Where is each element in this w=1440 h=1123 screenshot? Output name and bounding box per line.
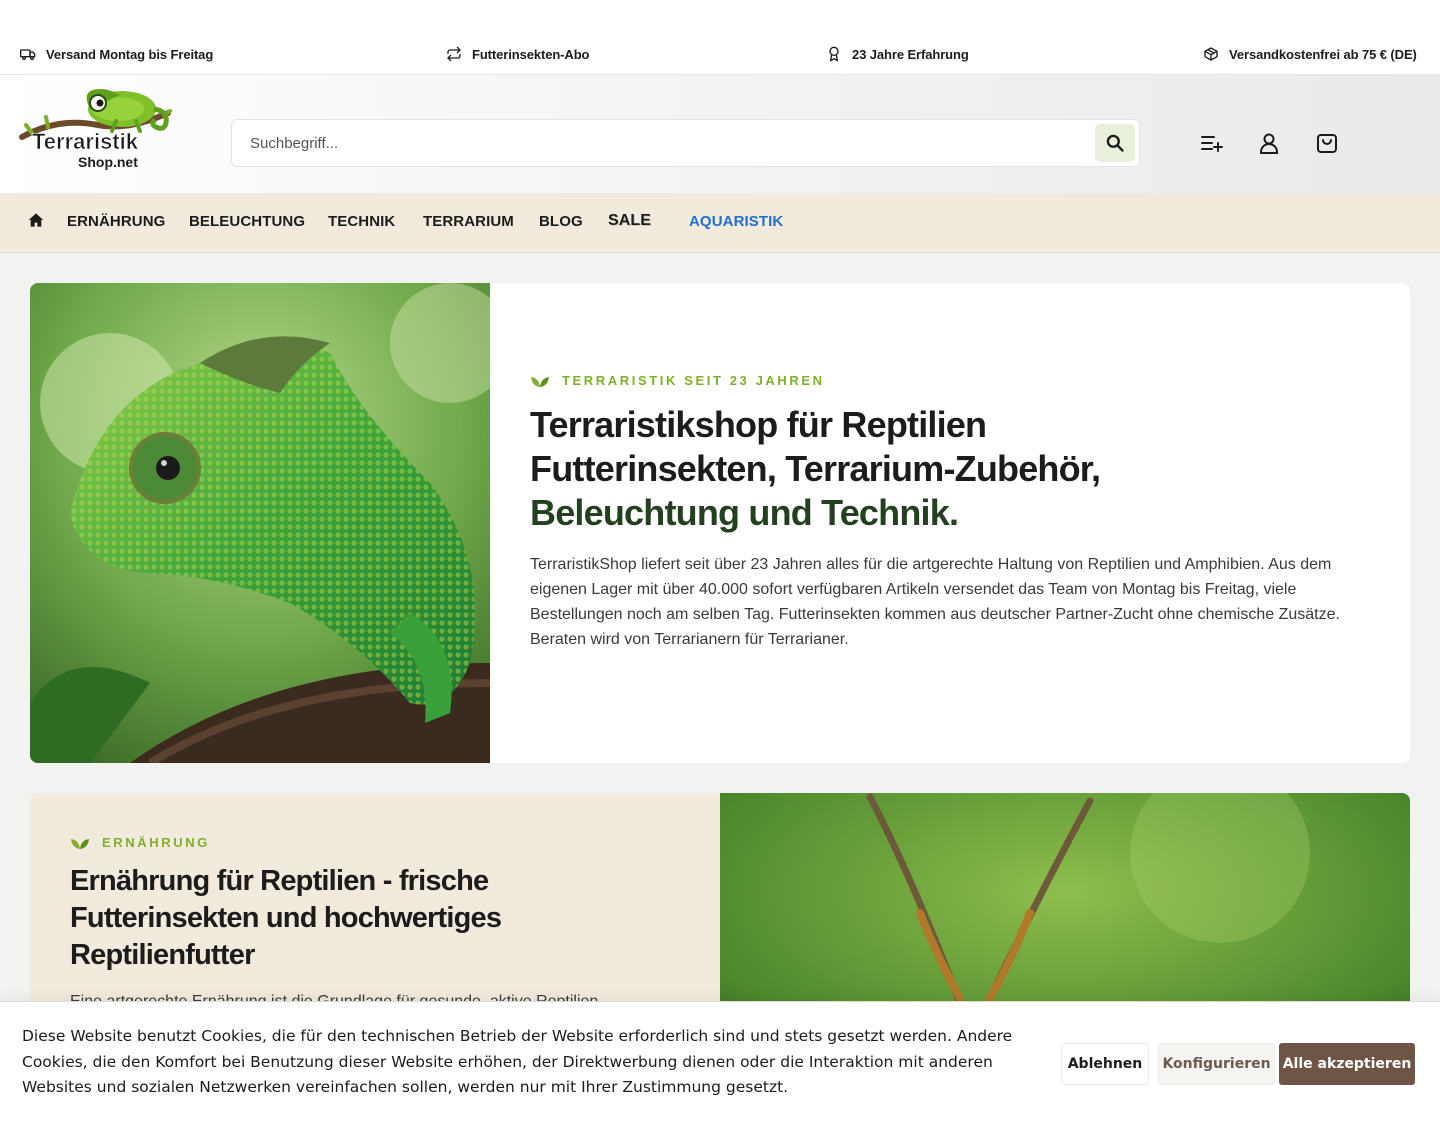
hero-eyebrow: TERRARISTIK SEIT 23 JAHREN — [530, 373, 825, 388]
truck-icon — [20, 49, 36, 60]
usp-label: Futterinsekten-Abo — [472, 46, 590, 62]
home-icon — [28, 213, 44, 227]
nav-item-technik[interactable]: TECHNIK — [328, 213, 395, 230]
search-bar — [231, 119, 1140, 167]
cookie-text: Diese Website benutzt Cookies, die für d… — [22, 1027, 1013, 1096]
usp-free-shipping: Versandkostenfrei ab 75 € (DE) — [1203, 46, 1417, 62]
search-button[interactable] — [1095, 124, 1135, 162]
wishlist-button[interactable] — [1198, 130, 1224, 156]
usp-bar: Versand Montag bis Freitag Futterinsekte… — [0, 0, 1440, 75]
account-icon — [1260, 133, 1278, 154]
logo-subtext: Shop.net — [78, 154, 138, 170]
chameleon-logo-icon: Terraristik Shop.net — [19, 89, 172, 170]
eyebrow-label: TERRARISTIK SEIT 23 JAHREN — [562, 373, 825, 388]
cookie-accept-all-button[interactable]: Alle akzeptieren — [1279, 1043, 1415, 1085]
nav-item-blog[interactable]: BLOG — [539, 213, 583, 230]
nav-item-terrarium[interactable]: TERRARIUM — [423, 213, 514, 230]
search-icon — [1106, 134, 1124, 152]
nav-item-beleuchtung[interactable]: BELEUCHTUNG — [189, 213, 305, 230]
cart-icon — [1317, 134, 1337, 153]
cart-button[interactable] — [1314, 130, 1340, 156]
usp-experience: 23 Jahre Erfahrung — [826, 46, 969, 62]
usp-subscription: Futterinsekten-Abo — [446, 46, 589, 62]
wishlist-icon — [1201, 136, 1223, 152]
nav-item-aquaristik[interactable]: AQUARISTIK — [689, 213, 783, 230]
usp-label: Versandkostenfrei ab 75 € (DE) — [1229, 46, 1417, 62]
cookie-banner: Diese Website benutzt Cookies, die für d… — [0, 1001, 1440, 1123]
hero-title-line2: Futterinsekten, Terrarium-Zubehör, — [530, 448, 1101, 489]
nav-home[interactable] — [28, 212, 44, 232]
nutrition-eyebrow: ERNÄHRUNG — [70, 835, 210, 850]
usp-label: Versand Montag bis Freitag — [46, 46, 214, 62]
package-icon — [1204, 47, 1218, 61]
repeat-icon — [447, 46, 461, 62]
nutrition-title: Ernährung für Reptilien - frische Futter… — [70, 865, 502, 971]
logo-text: Terraristik — [32, 129, 139, 154]
hero-description: TerraristikShop liefert seit über 23 Jah… — [530, 556, 1340, 648]
main-nav: ERNÄHRUNG BELEUCHTUNG TECHNIK TERRARIUM … — [0, 193, 1440, 253]
site-header: Terraristik Shop.net — [0, 75, 1440, 193]
usp-shipping: Versand Montag bis Freitag — [20, 46, 213, 62]
leaf-icon — [531, 376, 549, 387]
nav-item-sale[interactable]: SALE — [608, 212, 651, 230]
award-icon — [829, 46, 839, 62]
cookie-configure-button[interactable]: Konfigurieren — [1158, 1043, 1275, 1085]
usp-label: 23 Jahre Erfahrung — [852, 46, 969, 62]
logo[interactable]: Terraristik Shop.net — [18, 87, 178, 171]
hero-title: Terraristikshop für Reptilien Futterinse… — [530, 403, 1390, 535]
eyebrow-label: ERNÄHRUNG — [102, 835, 210, 850]
nav-item-ernaehrung[interactable]: ERNÄHRUNG — [67, 213, 165, 230]
cookie-deny-button[interactable]: Ablehnen — [1061, 1043, 1149, 1085]
hero-section: TERRARISTIK SEIT 23 JAHREN Terraristiksh… — [30, 283, 1410, 763]
account-button[interactable] — [1256, 130, 1282, 156]
chameleon-hero-image — [30, 283, 490, 763]
hero-title-accent: Beleuchtung und Technik. — [530, 492, 959, 533]
hero-title-line1: Terraristikshop für Reptilien — [530, 404, 987, 445]
search-input[interactable] — [250, 120, 1090, 166]
leaf-icon — [71, 838, 89, 849]
